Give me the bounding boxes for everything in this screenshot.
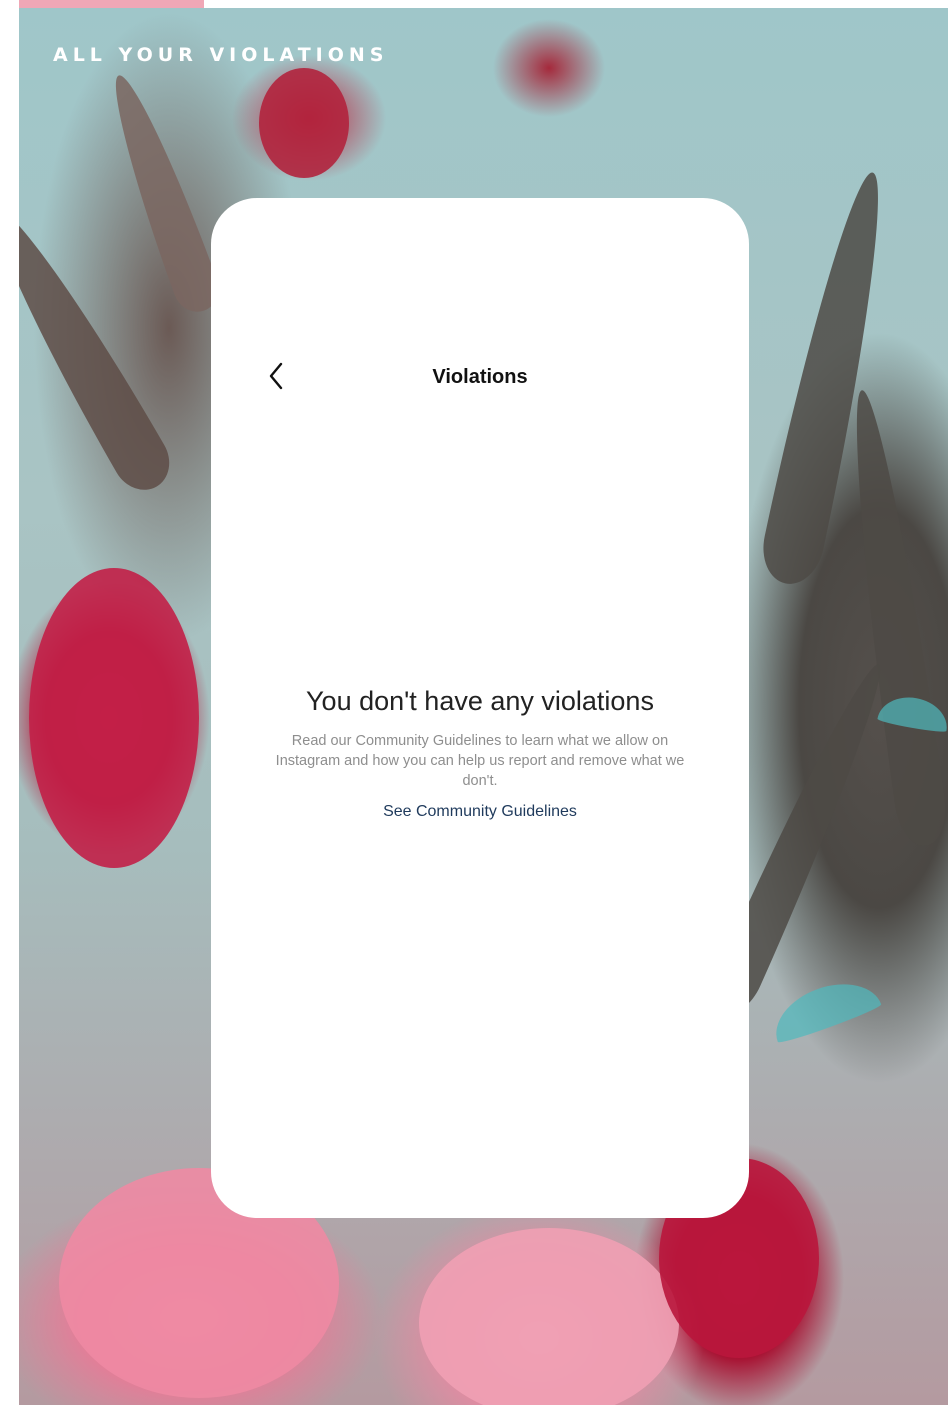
leaf-shape [97, 67, 226, 319]
petal-shape [259, 68, 349, 178]
empty-state: You don't have any violations Read our C… [211, 686, 749, 821]
leaf-highlight-shape [765, 970, 883, 1046]
empty-state-heading: You don't have any violations [306, 686, 654, 716]
phone-screen: Violations You don't have any violations… [211, 198, 749, 1218]
page-title: Violations [432, 366, 528, 388]
empty-state-description: Read our Community Guidelines to learn w… [275, 733, 685, 789]
petal-shape [419, 1228, 679, 1405]
leaf-shape [837, 386, 948, 850]
see-community-guidelines-link[interactable]: See Community Guidelines [383, 803, 577, 821]
page: ALL YOUR VIOLATIONS Violations You don't… [0, 0, 948, 1405]
petal-shape [29, 568, 199, 868]
accent-strip [19, 0, 204, 8]
overlay-title: ALL YOUR VIOLATIONS [53, 44, 389, 66]
